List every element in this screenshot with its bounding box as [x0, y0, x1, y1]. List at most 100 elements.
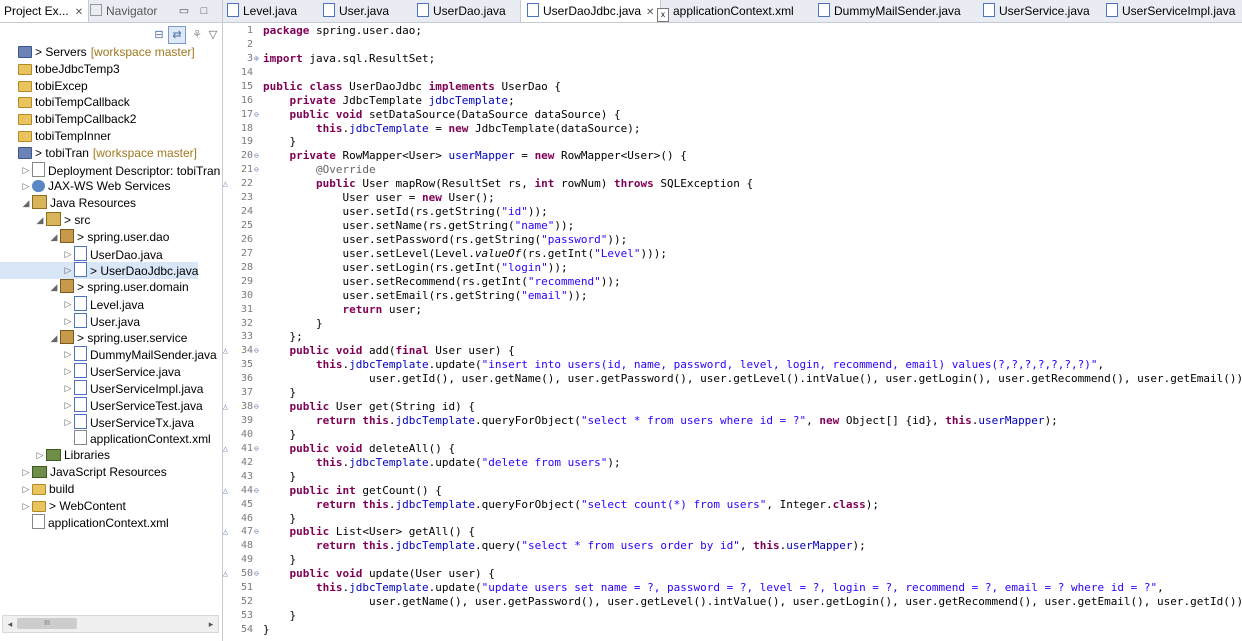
editor-tab[interactable]: UserService.java	[983, 0, 1090, 22]
tree-item[interactable]: ▷ UserServiceTest.java	[0, 396, 203, 414]
tree-item[interactable]: ▷ UserDao.java	[0, 245, 163, 263]
expanded-arrow-icon[interactable]: ◢	[48, 229, 60, 246]
code-editor: Level.java User.java UserDao.java UserDaoJd…	[223, 0, 1242, 641]
collapsed-arrow-icon[interactable]: ▷	[20, 178, 32, 195]
tree-item[interactable]: ▷ JavaScript Resources	[0, 464, 167, 481]
link-with-editor-icon[interactable]: ⇄	[168, 26, 186, 44]
expanded-arrow-icon[interactable]: ◢	[48, 330, 60, 347]
tree-item-label: Deployment Descriptor: tobiTran	[48, 163, 221, 178]
collapsed-arrow-icon[interactable]: ▷	[20, 162, 32, 179]
view-menu-icon[interactable]: ▽	[204, 26, 222, 44]
tree-item[interactable]: tobiExcep	[0, 78, 88, 95]
collapsed-arrow-icon[interactable]: ▷	[34, 447, 46, 464]
code-line: 27 user.setLevel(Level.valueOf(rs.getInt…	[223, 247, 1242, 261]
tree-item[interactable]: applicationContext.xml	[0, 430, 211, 447]
tab-navigator[interactable]: Navigator	[86, 0, 161, 22]
tree-item[interactable]: tobiTempInner	[0, 128, 111, 145]
expanded-arrow-icon[interactable]: ◢	[48, 279, 60, 296]
expanded-arrow-icon[interactable]: ◢	[20, 195, 32, 212]
scroll-right-icon[interactable]: ▸	[204, 616, 218, 632]
line-number: 24	[240, 206, 253, 218]
code-line: 3 ⊕ import java.sql.ResultSet;	[223, 52, 1242, 66]
code-text: }	[263, 386, 297, 400]
tree-item-label: JAX-WS Web Services	[48, 179, 171, 194]
line-number: 2	[246, 38, 253, 50]
scroll-thumb[interactable]: III	[17, 618, 77, 629]
code-text: user.setLevel(Level.valueOf(rs.getInt("L…	[263, 246, 667, 260]
tree-item[interactable]: ▷ build	[0, 481, 75, 498]
editor-tab[interactable]: UserDao.java	[417, 0, 506, 22]
collapsed-arrow-icon[interactable]: ▷	[62, 346, 74, 363]
tree-item[interactable]: ▷ Deployment Descriptor: tobiTran	[0, 161, 221, 179]
collapsed-arrow-icon[interactable]: ▷	[62, 380, 74, 397]
tree-item[interactable]: ▷ JAX-WS Web Services	[0, 178, 171, 195]
java-file-icon	[323, 3, 335, 17]
code-line: 36 user.getId(), user.getName(), user.ge…	[223, 372, 1242, 386]
tree-item[interactable]: ▷ DummyMailSender.java	[0, 346, 217, 363]
horizontal-scrollbar[interactable]: ◂ III ▸	[2, 615, 219, 633]
editor-tab[interactable]: UserServiceImpl.java	[1106, 0, 1235, 22]
tree-item[interactable]: ▷ Libraries	[0, 447, 111, 464]
tree-item[interactable]: ▷ > UserDaoJdbc.java	[0, 262, 199, 280]
minimize-icon[interactable]: ▭	[176, 3, 192, 19]
tree-item[interactable]: ▷ > WebContent	[0, 498, 126, 515]
tree-item[interactable]: > Servers [workspace master]	[0, 44, 195, 61]
collapsed-arrow-icon[interactable]: ▷	[62, 246, 74, 263]
line-number: 42	[240, 456, 253, 468]
editor-tab[interactable]: UserDaoJdbc.java ✕	[520, 0, 662, 22]
collapsed-arrow-icon[interactable]: ▷	[62, 397, 74, 414]
xml-file-icon	[74, 430, 87, 446]
tab-project-explorer[interactable]: Project Ex... ✕	[0, 0, 89, 22]
tree-item[interactable]: ▷ UserServiceTx.java	[0, 413, 194, 431]
tree-item[interactable]: ◢ > spring.user.service	[0, 329, 187, 347]
tree-item[interactable]: ◢ Java Resources	[0, 195, 136, 212]
code-line: 1 package spring.user.dao;	[223, 24, 1242, 38]
code-line: 35 this.jdbcTemplate.update("insert into…	[223, 358, 1242, 372]
tree-item[interactable]: ▷ Level.java	[0, 296, 144, 313]
collapsed-arrow-icon[interactable]: ▷	[62, 363, 74, 380]
tree-item[interactable]: ▷ UserService.java	[0, 363, 181, 380]
folder-icon	[18, 131, 32, 142]
editor-tab[interactable]: Level.java	[227, 0, 297, 22]
code-line: 19 }	[223, 135, 1242, 149]
collapsed-arrow-icon[interactable]: ▷	[62, 296, 74, 313]
code-line: 20 ⊖ private RowMapper<User> userMapper =…	[223, 149, 1242, 163]
close-icon[interactable]: ✕	[75, 7, 83, 18]
editor-tab[interactable]: User.java	[323, 0, 389, 22]
java-file-icon	[227, 3, 239, 17]
line-number: 50	[240, 568, 253, 580]
tree-item[interactable]: tobiTempCallback	[0, 94, 130, 111]
tree-item-label: > spring.user.dao	[77, 229, 170, 244]
editor-tab[interactable]: DummyMailSender.java	[818, 0, 961, 22]
tree-item[interactable]: applicationContext.xml	[0, 514, 169, 531]
close-icon[interactable]: ✕	[646, 7, 654, 18]
tree-item[interactable]: tobeJdbcTemp3	[0, 61, 120, 78]
tree-item[interactable]: ◢ > spring.user.domain	[0, 279, 189, 296]
editor-tab-label: applicationContext.xml	[673, 4, 794, 18]
collapsed-arrow-icon[interactable]: ▷	[20, 481, 32, 498]
maximize-icon[interactable]: □	[196, 3, 212, 19]
tree-item[interactable]: ◢ > src	[0, 212, 90, 229]
line-number: 43	[240, 470, 253, 482]
tree-item[interactable]: ▷ UserServiceImpl.java	[0, 380, 203, 397]
collapsed-arrow-icon[interactable]: ▷	[62, 262, 74, 279]
tree-item[interactable]: ◢ > spring.user.dao	[0, 228, 170, 246]
tree-item-label: UserService.java	[90, 365, 181, 380]
editor-tab[interactable]: x applicationContext.xml	[657, 0, 794, 22]
collapsed-arrow-icon[interactable]: ▷	[62, 313, 74, 330]
scroll-left-icon[interactable]: ◂	[3, 616, 17, 632]
tree-item[interactable]: ▷ User.java	[0, 312, 140, 330]
tree-item[interactable]: > tobiTran [workspace master]	[0, 145, 197, 162]
java-resources-icon	[32, 195, 47, 210]
collapse-all-icon[interactable]: ⊟	[150, 26, 168, 44]
expanded-arrow-icon[interactable]: ◢	[34, 212, 46, 229]
code-text: public void add(final User user) {	[289, 344, 515, 358]
collapsed-arrow-icon[interactable]: ▷	[20, 464, 32, 481]
tree-item[interactable]: tobiTempCallback2	[0, 111, 136, 128]
code-line: 21 ⊖ @Override	[223, 163, 1242, 177]
code-text: user.getId(), user.getName(), user.getPa…	[263, 372, 1242, 386]
collapsed-arrow-icon[interactable]: ▷	[20, 498, 32, 515]
code-text: public List<User> getAll() {	[289, 525, 475, 539]
collapsed-arrow-icon[interactable]: ▷	[62, 414, 74, 431]
line-number: 35	[240, 359, 253, 371]
